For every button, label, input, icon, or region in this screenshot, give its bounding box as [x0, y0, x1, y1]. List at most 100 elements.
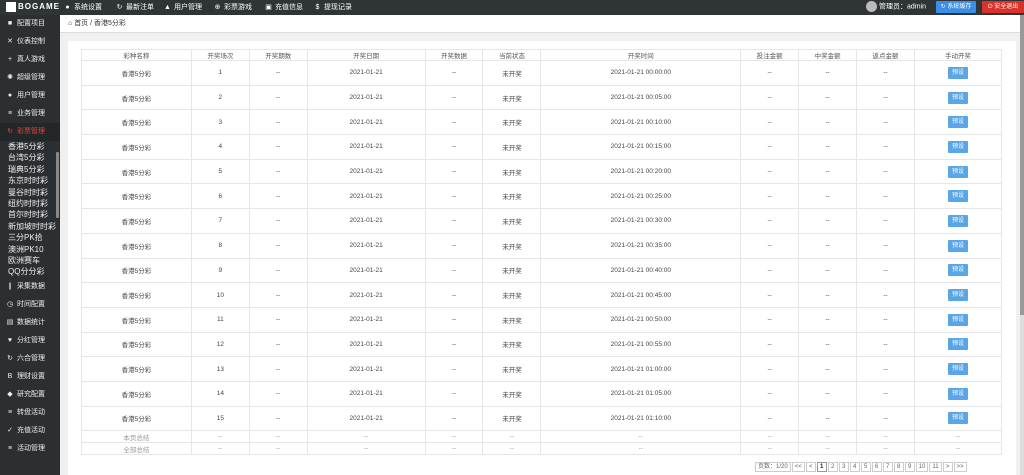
preset-button[interactable]: 预设: [947, 214, 968, 227]
sidebar-item-6[interactable]: B 理财设置: [0, 368, 60, 386]
sidebar-item-1[interactable]: ■ 配置项目: [0, 15, 60, 33]
sidebar-item-4[interactable]: ♥ 分红管理: [0, 332, 60, 350]
refresh-icon: ↻: [7, 128, 13, 135]
table-cell: 未开奖: [482, 208, 542, 234]
top-menu-2[interactable]: ↻ 最新注单: [116, 2, 154, 12]
table-cell: 2021-01-21 00:45:00: [540, 282, 742, 308]
lottery-submenu-item[interactable]: 台湾5分彩: [8, 152, 60, 163]
top-navbar: BOGAME ● 系统设置 ↻ 最新注单 ▲ 用户管理 ⊕ 彩票游戏 ▣ 充值信息 $ 提现记录 管理…: [0, 0, 1024, 15]
prev-page-button[interactable]: <: [805, 462, 816, 472]
lottery-submenu-item[interactable]: 瑞典5分彩: [8, 164, 60, 175]
action-cell: 预设: [913, 232, 1003, 259]
last-page-button[interactable]: >>: [953, 462, 967, 472]
lottery-submenu-item[interactable]: QQ分分彩: [8, 266, 60, 277]
sidebar-item-1[interactable]: ∥ 采集数据: [0, 278, 60, 296]
logout-button[interactable]: ⏻ 安全退出: [982, 1, 1024, 13]
table-cell: --: [740, 232, 800, 259]
sidebar-item-6[interactable]: ≡ 业务管理: [0, 105, 60, 123]
sidebar-item-8[interactable]: ≡ 转盘活动: [0, 404, 60, 422]
table-cell: --: [798, 134, 858, 160]
next-page-button[interactable]: >: [942, 462, 953, 472]
sidebar-item-5[interactable]: ● 用户管理: [0, 87, 60, 105]
top-menu-1[interactable]: ● 系统设置: [64, 2, 102, 12]
lottery-submenu-item[interactable]: 欧洲赛车: [8, 255, 60, 266]
first-page-button[interactable]: <<: [791, 462, 805, 472]
preset-button[interactable]: 预设: [947, 66, 968, 79]
page-number-button[interactable]: 4: [849, 462, 860, 472]
preset-button[interactable]: 预设: [947, 165, 968, 178]
table-cell: 未开奖: [482, 60, 542, 86]
page-number-button[interactable]: 11: [929, 462, 942, 472]
top-menu-6[interactable]: $ 提现记录: [314, 2, 352, 12]
admin-info[interactable]: 管理员：admin: [866, 1, 926, 12]
page-number-button[interactable]: 7: [882, 462, 893, 472]
summary-cell: --: [740, 442, 800, 456]
sidebar-item-3[interactable]: ▤ 数据统计: [0, 314, 60, 332]
lottery-submenu-item[interactable]: 三分PK拾: [8, 232, 60, 243]
page-number-button[interactable]: 9: [904, 462, 915, 472]
plus-icon: +: [7, 56, 13, 63]
lottery-submenu-item[interactable]: 曼谷时时彩: [8, 187, 60, 198]
preset-button[interactable]: 预设: [947, 190, 968, 203]
table-cell: --: [248, 109, 308, 136]
system-cache-button[interactable]: ↻ 系统缓存: [936, 1, 976, 13]
lottery-submenu-item[interactable]: 纽约时时彩: [8, 198, 60, 209]
bars-icon: ∥: [8, 282, 12, 290]
summary-label: 本页总结: [81, 430, 192, 444]
preset-button[interactable]: 预设: [947, 264, 968, 277]
sidebar-item-5[interactable]: ↻ 六合管理: [0, 350, 60, 368]
preset-button[interactable]: 预设: [947, 116, 968, 129]
table-cell: --: [424, 183, 484, 210]
preset-button[interactable]: 预设: [947, 338, 968, 351]
top-menu-label: 最新注单: [126, 4, 154, 11]
top-menu-4[interactable]: ⊕ 彩票游戏: [214, 2, 252, 12]
top-menu-label: 提现记录: [324, 4, 352, 11]
top-menu-5[interactable]: ▣ 充值信息: [265, 2, 303, 12]
page-number-button[interactable]: 8: [893, 462, 904, 472]
preset-button[interactable]: 预设: [947, 387, 968, 400]
sidebar-item-9[interactable]: ✓ 充值活动: [0, 422, 60, 440]
lottery-submenu-item[interactable]: 新加坡时时彩: [8, 221, 60, 232]
sidebar-item-label: 真人游戏: [17, 56, 45, 63]
preset-button[interactable]: 预设: [947, 289, 968, 302]
app-logo[interactable]: BOGAME: [6, 2, 60, 12]
sidebar-item-7[interactable]: ◆ 研究配置: [0, 386, 60, 404]
sidebar-item-2[interactable]: ◷ 时间配置: [0, 296, 60, 314]
lottery-submenu-item[interactable]: 东京时时彩: [8, 175, 60, 186]
page-number-button[interactable]: 10: [915, 462, 929, 472]
sidebar-item-10[interactable]: ≡ 活动管理: [0, 440, 60, 458]
preset-button[interactable]: 预设: [947, 239, 968, 252]
table-cell: --: [856, 356, 915, 382]
sidebar-item-2[interactable]: ✕ 仪表控制: [0, 33, 60, 51]
table-cell: 2021-01-21 00:30:00: [540, 208, 742, 234]
page-number-button[interactable]: 3: [838, 462, 849, 472]
sidebar-item-4[interactable]: ✺ 超级管理: [0, 69, 60, 87]
lottery-submenu-item[interactable]: 澳洲PK10: [8, 244, 60, 255]
breadcrumb-home[interactable]: 首页: [74, 20, 88, 27]
page-number-button[interactable]: 6: [871, 462, 882, 472]
top-menu-3[interactable]: ▲ 用户管理: [164, 2, 202, 12]
preset-button[interactable]: 预设: [947, 363, 968, 376]
sidebar-item-7[interactable]: ↻ 彩票管理: [0, 123, 60, 141]
preset-button[interactable]: 预设: [947, 140, 968, 153]
page-number-button[interactable]: 2: [827, 462, 838, 472]
table-cell: --: [856, 134, 915, 160]
page-scrollbar-thumb[interactable]: [1020, 15, 1024, 315]
sidebar-item-3[interactable]: + 真人游戏: [0, 51, 60, 69]
clock-icon: ◷: [6, 300, 14, 308]
preset-button[interactable]: 预设: [947, 412, 968, 425]
lottery-submenu-item[interactable]: 香港5分彩: [8, 141, 60, 152]
page-number-button[interactable]: 1: [816, 462, 827, 472]
sidebar-scrollbar[interactable]: [56, 152, 59, 218]
page-number-button[interactable]: 5: [860, 462, 871, 472]
summary-row: 全部总结 -- -- -- -- -- -- -- -- -- --: [81, 442, 1003, 456]
action-cell: 预设: [913, 109, 1003, 136]
preset-button[interactable]: 预设: [947, 313, 968, 326]
table-cell: --: [856, 109, 915, 136]
table-row: 香港5分彩 3 -- 2021-01-21 -- 未开奖 2021-01-21 00:10:…: [81, 109, 1003, 136]
column-header: 开奖时间: [540, 49, 742, 61]
lottery-submenu-item[interactable]: 首尔时时彩: [8, 209, 60, 220]
table-cell: 12: [190, 331, 250, 358]
preset-button[interactable]: 预设: [947, 91, 968, 104]
action-cell: 预设: [913, 331, 1003, 358]
